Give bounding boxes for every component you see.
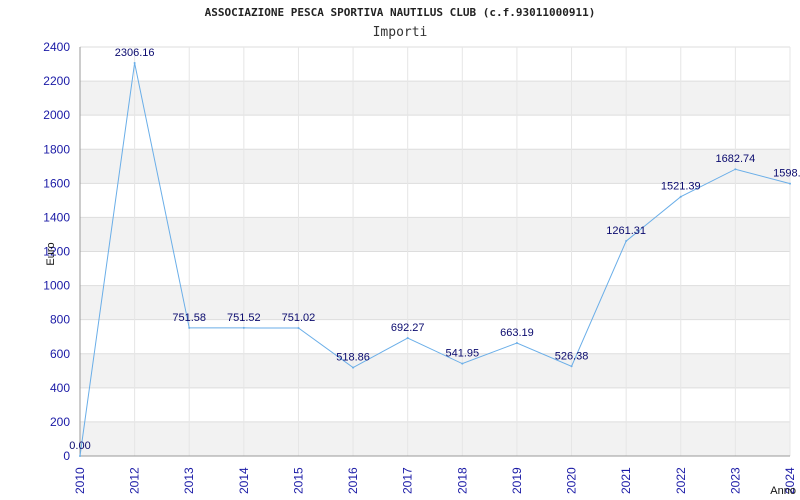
data-point: [625, 240, 628, 243]
data-point: [461, 362, 464, 365]
data-point: [789, 182, 791, 185]
data-label: 692.27: [391, 322, 425, 334]
data-label: 1598.1: [773, 168, 800, 180]
x-tick-label: 2023: [728, 467, 742, 494]
x-tick-label: 2022: [674, 467, 688, 494]
x-tick-label: 2013: [182, 467, 196, 494]
y-tick-label: 1600: [43, 176, 70, 190]
y-tick-label: 200: [50, 415, 70, 429]
data-point: [352, 366, 355, 369]
x-tick-label: 2017: [401, 467, 415, 494]
x-tick-label: 2010: [73, 467, 87, 494]
x-tick-label: 2015: [291, 467, 305, 494]
x-tick-label: 2016: [346, 467, 360, 494]
grid-band: [80, 217, 790, 252]
y-tick-label: 1800: [43, 142, 70, 156]
plot-area: 0200400600800100012001400160018002000220…: [43, 40, 800, 497]
data-label: 526.38: [555, 350, 589, 362]
y-tick-label: 2400: [43, 40, 70, 54]
y-tick-label: 600: [50, 347, 70, 361]
y-tick-label: 800: [50, 313, 70, 327]
data-label: 751.58: [172, 312, 206, 324]
chart: ASSOCIAZIONE PESCA SPORTIVA NAUTILUS CLU…: [0, 0, 800, 500]
data-point: [515, 341, 518, 344]
x-tick-label: 2019: [510, 467, 524, 494]
x-tick-label: 2014: [237, 467, 251, 494]
data-point: [570, 365, 573, 368]
data-label: 1682.74: [716, 153, 756, 165]
data-label: 2306.16: [115, 47, 155, 59]
y-tick-label: 1400: [43, 210, 70, 224]
y-tick-label: 2200: [43, 74, 70, 88]
data-point: [734, 168, 737, 171]
grid-band: [80, 421, 790, 456]
data-point: [79, 455, 81, 457]
data-label: 518.86: [336, 352, 370, 364]
y-tick-label: 1000: [43, 279, 70, 293]
grid-band: [80, 353, 790, 388]
y-tick-label: 2000: [43, 108, 70, 122]
data-label: 751.52: [227, 312, 261, 324]
x-tick-label: 2012: [128, 467, 142, 494]
data-label: 541.95: [445, 348, 479, 360]
data-label: 663.19: [500, 327, 534, 339]
x-tick-label: 2018: [455, 467, 469, 494]
data-label: 1261.31: [606, 225, 646, 237]
y-tick-label: 400: [50, 381, 70, 395]
data-point: [297, 327, 300, 330]
data-label: 0.00: [69, 440, 90, 452]
data-point: [679, 195, 682, 198]
y-axis-title: Euro: [45, 242, 57, 265]
x-tick-label: 2021: [619, 467, 633, 494]
data-point: [188, 326, 191, 329]
data-point: [133, 61, 136, 64]
data-point: [242, 326, 245, 329]
x-axis-title: Anno: [770, 485, 796, 497]
grid-band: [80, 81, 790, 116]
x-tick-label: 2020: [565, 467, 579, 494]
data-label: 751.02: [282, 312, 316, 324]
series-line: [79, 62, 791, 457]
grid-band: [80, 149, 790, 184]
data-point: [406, 337, 409, 340]
data-label: 1521.39: [661, 181, 701, 193]
